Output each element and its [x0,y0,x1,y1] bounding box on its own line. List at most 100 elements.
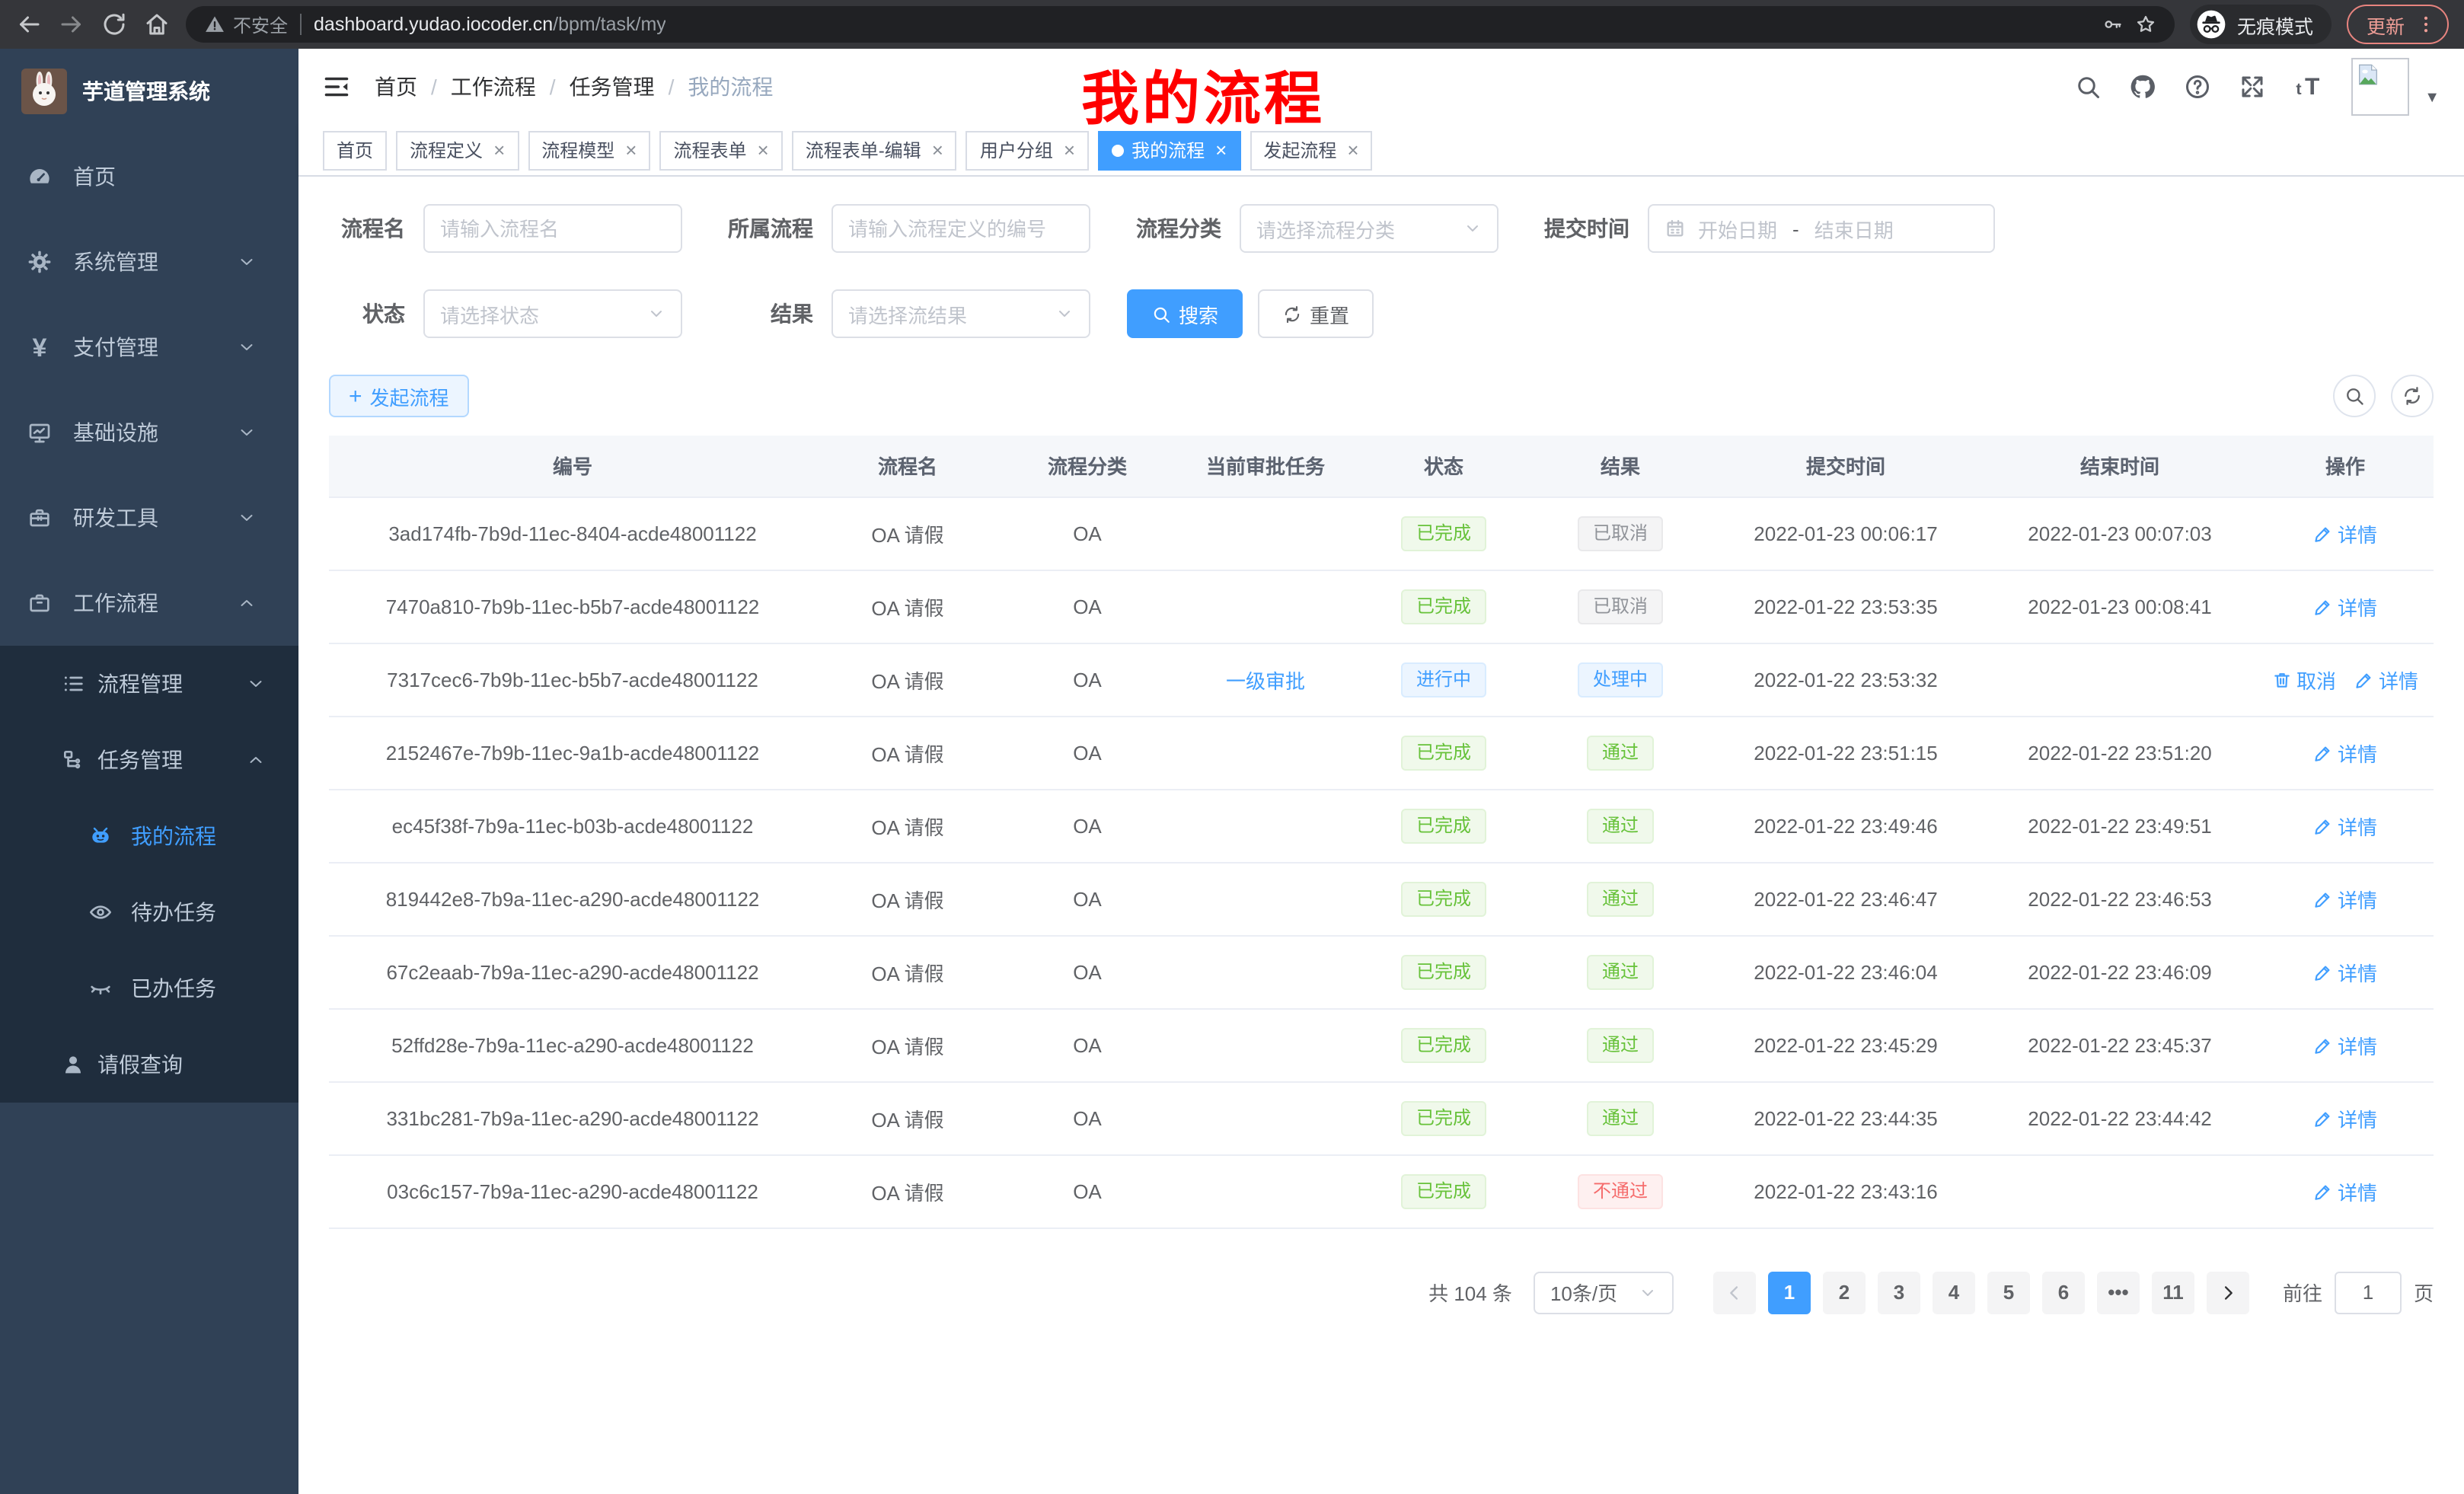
bookmark-star-icon[interactable] [2135,14,2156,35]
detail-button[interactable]: 详情 [2313,884,2377,913]
next-page-button[interactable] [2207,1271,2249,1314]
font-size-icon[interactable]: tT [2293,72,2324,102]
breadcrumb-item[interactable]: 任务管理 [570,72,655,102]
sidebar-item-my-process[interactable]: 我的流程 [0,798,298,874]
create-process-button[interactable]: + 发起流程 [329,375,469,417]
search-icon [2344,385,2365,407]
tab-home[interactable]: 首页 [323,130,387,170]
browser-update-button[interactable]: 更新 [2347,5,2449,44]
table-row: ec45f38f-7b9a-11ec-b03b-acde48001122OA 请… [329,789,2434,862]
tab-process-definition[interactable]: 流程定义× [396,130,519,170]
browser-reload-icon[interactable] [101,11,128,38]
security-status[interactable]: 不安全 [204,11,288,37]
detail-button[interactable]: 详情 [2313,592,2377,621]
column-header: 流程名 [816,436,999,496]
tab-process-form-edit[interactable]: 流程表单-编辑× [792,130,957,170]
tab-close-icon[interactable]: × [1347,139,1358,161]
warning-icon [204,14,225,35]
tab-process-form[interactable]: 流程表单× [659,130,782,170]
sidebar-item-system[interactable]: 系统管理 [0,219,298,305]
sidebar-item-workflow[interactable]: 工作流程 [0,560,298,646]
process-id-input-field[interactable] [848,217,1074,240]
breadcrumb-item[interactable]: 工作流程 [451,72,536,102]
hamburger-icon[interactable] [323,73,350,101]
sidebar-item-task-mgmt[interactable]: 任务管理 [0,722,298,798]
browser-back-icon[interactable] [15,11,43,38]
github-icon[interactable] [2129,73,2156,101]
sidebar-item-home[interactable]: 首页 [0,134,298,219]
page-size-select[interactable]: 10条/页 [1534,1271,1674,1314]
cell-category: OA [999,643,1176,716]
chevron-up-icon [247,751,265,769]
goto-page-input[interactable] [2335,1271,2402,1314]
detail-button[interactable]: 详情 [2313,1103,2377,1132]
plus-icon: + [349,385,362,407]
tab-start-process[interactable]: 发起流程× [1250,130,1372,170]
status-select[interactable]: 请选择状态 [423,289,682,338]
result-select[interactable]: 请选择流结果 [831,289,1090,338]
page-2[interactable]: 2 [1823,1271,1866,1314]
browser-home-icon[interactable] [143,11,171,38]
tab-close-icon[interactable]: × [493,139,505,161]
page-1[interactable]: 1 [1768,1271,1811,1314]
browser-forward-icon[interactable] [58,11,85,38]
password-key-icon[interactable] [2102,14,2123,35]
page-buttons: 123456 ••• 11 [1762,1271,2201,1314]
app-logo-row[interactable]: 芋道管理系统 [0,49,298,134]
browser-menu-dots-icon[interactable] [2415,14,2437,35]
process-name-input[interactable] [423,204,682,253]
detail-button[interactable]: 详情 [2313,957,2377,986]
page-5[interactable]: 5 [1987,1271,2030,1314]
pagination: 共 104 条 10条/页 123456•••11 前往 页 [329,1271,2434,1314]
date-range-picker[interactable]: 开始日期 - 结束日期 [1648,204,1995,253]
page-ellipsis[interactable]: ••• [2097,1271,2140,1314]
avatar[interactable] [2351,58,2409,116]
cell-end-time: 2022-01-22 23:46:09 [1983,935,2257,1008]
page-3[interactable]: 3 [1878,1271,1920,1314]
edit-icon [2313,1035,2333,1055]
search-button[interactable]: 搜索 [1127,289,1243,338]
sidebar-item-dev-tools[interactable]: 研发工具 [0,475,298,560]
header-search-icon[interactable] [2074,73,2102,101]
page-4[interactable]: 4 [1933,1271,1975,1314]
prev-page-button[interactable] [1713,1271,1756,1314]
sidebar-item-infrastructure[interactable]: 基础设施 [0,390,298,475]
detail-button[interactable]: 详情 [2313,1176,2377,1205]
sidebar-item-process-mgmt[interactable]: 流程管理 [0,646,298,722]
refresh-table-button[interactable] [2391,375,2434,417]
tab-my-process[interactable]: 我的流程× [1098,130,1240,170]
cell-end-time: 2022-01-22 23:46:53 [1983,862,2257,935]
show-search-button[interactable] [2333,375,2376,417]
detail-button[interactable]: 详情 [2313,738,2377,767]
page-11[interactable]: 11 [2152,1271,2194,1314]
tab-close-icon[interactable]: × [1215,139,1227,161]
help-icon[interactable] [2184,73,2211,101]
tab-user-group[interactable]: 用户分组× [966,130,1089,170]
detail-button[interactable]: 详情 [2354,665,2418,694]
category-select[interactable]: 请选择流程分类 [1240,204,1499,253]
page-6[interactable]: 6 [2042,1271,2085,1314]
avatar-caret-icon[interactable]: ▼ [2424,89,2440,106]
breadcrumb-item[interactable]: 首页 [375,72,417,102]
reset-button[interactable]: 重置 [1258,289,1374,338]
detail-button[interactable]: 详情 [2313,811,2377,840]
process-id-input[interactable] [831,204,1090,253]
detail-button[interactable]: 详情 [2313,519,2377,547]
payment-icon: ¥ [27,335,52,359]
sidebar-item-todo-tasks[interactable]: 待办任务 [0,874,298,950]
tab-close-icon[interactable]: × [1064,139,1075,161]
address-bar[interactable]: 不安全 dashboard.yudao.iocoder.cn/bpm/task/… [186,6,2175,43]
tab-close-icon[interactable]: × [625,139,637,161]
process-name-input-field[interactable] [440,217,665,240]
sidebar-item-payment[interactable]: ¥ 支付管理 [0,305,298,390]
tab-close-icon[interactable]: × [932,139,943,161]
fullscreen-icon[interactable] [2239,73,2266,101]
sidebar-item-leave-query[interactable]: 请假查询 [0,1026,298,1103]
tab-close-icon[interactable]: × [758,139,769,161]
tab-process-model[interactable]: 流程模型× [528,130,650,170]
sidebar-item-done-tasks[interactable]: 已办任务 [0,950,298,1026]
detail-button[interactable]: 详情 [2313,1030,2377,1059]
current-task-link[interactable]: 一级审批 [1226,669,1305,692]
cancel-button[interactable]: 取消 [2272,665,2336,694]
search-button-label: 搜索 [1179,299,1218,328]
